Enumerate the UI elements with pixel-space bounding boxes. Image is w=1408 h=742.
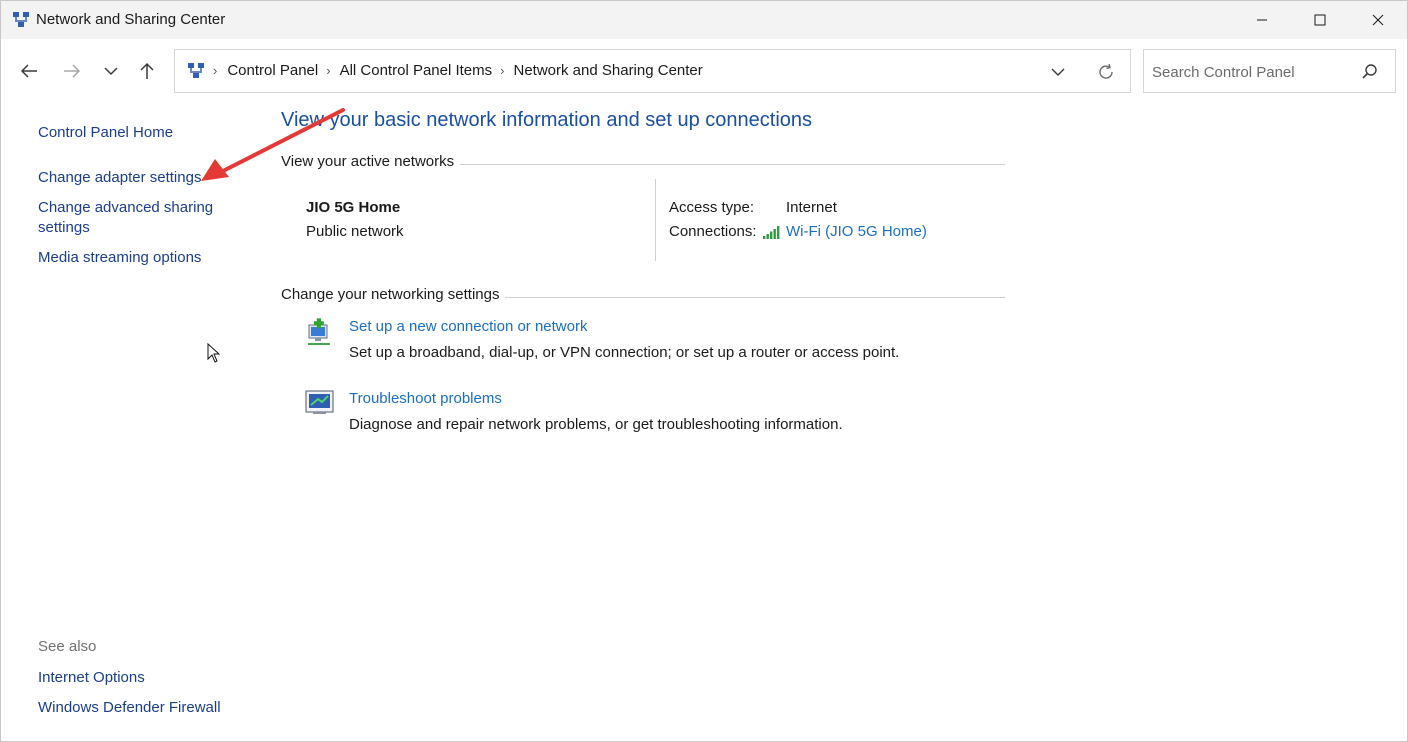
breadcrumb: › Control Panel › All Control Panel Item… (213, 62, 703, 79)
access-type-value: Internet (786, 199, 837, 216)
search-icon[interactable] (1360, 62, 1380, 82)
networking-settings-heading: Change your networking settings (281, 286, 506, 303)
troubleshoot-link[interactable]: Troubleshoot problems (349, 390, 502, 407)
chevron-right-icon: › (213, 63, 218, 78)
sidebar-link-internet-options[interactable]: Internet Options (38, 668, 145, 688)
address-bar[interactable]: › Control Panel › All Control Panel Item… (174, 49, 1131, 93)
recent-locations-button[interactable] (95, 55, 127, 87)
network-name: JIO 5G Home (306, 199, 401, 216)
maximize-button[interactable] (1291, 1, 1349, 39)
setup-connection-description: Set up a broadband, dial-up, or VPN conn… (349, 344, 900, 361)
window-title: Network and Sharing Center (36, 11, 226, 28)
mouse-cursor-icon (207, 343, 221, 363)
wifi-connection-link[interactable]: Wi-Fi (JIO 5G Home) (786, 223, 927, 240)
page-title: View your basic network information and … (281, 109, 813, 131)
refresh-icon (1099, 63, 1113, 79)
sidebar-link-media-streaming[interactable]: Media streaming options (38, 248, 201, 268)
chevron-right-icon: › (500, 63, 505, 78)
title-bar: Network and Sharing Center (1, 1, 1407, 39)
chevron-down-icon (104, 67, 118, 76)
connections-label: Connections: (669, 223, 757, 240)
up-button[interactable] (131, 55, 163, 87)
search-box (1143, 49, 1396, 93)
search-input[interactable] (1152, 60, 1352, 84)
close-icon (1372, 14, 1384, 26)
arrow-left-icon (20, 64, 37, 78)
breadcrumb-network-sharing-center[interactable]: Network and Sharing Center (514, 62, 703, 79)
see-also-heading: See also (38, 638, 97, 655)
sidebar-link-change-adapter-settings[interactable]: Change adapter settings (38, 168, 201, 188)
close-button[interactable] (1349, 1, 1407, 39)
maximize-icon (1314, 14, 1326, 26)
chevron-right-icon: › (326, 63, 331, 78)
back-button[interactable] (13, 55, 45, 87)
network-category: Public network (306, 223, 404, 240)
sidebar-link-windows-defender-firewall[interactable]: Windows Defender Firewall (38, 698, 221, 718)
network-divider (655, 179, 656, 261)
forward-button[interactable] (56, 55, 88, 87)
annotation-arrow-icon (201, 108, 345, 181)
wifi-signal-icon (763, 226, 780, 239)
network-sharing-center-window: Network and Sharing Center › Control Pan… (0, 0, 1408, 742)
access-type-label: Access type: (669, 199, 755, 216)
refresh-button[interactable] (1093, 60, 1119, 84)
chevron-down-icon (1051, 68, 1065, 76)
arrow-up-icon (140, 62, 154, 79)
new-connection-icon (308, 318, 330, 345)
troubleshoot-icon (305, 390, 334, 414)
minimize-button[interactable] (1233, 1, 1291, 39)
minimize-icon (1257, 19, 1267, 21)
network-center-icon (188, 63, 204, 78)
address-history-button[interactable] (1045, 60, 1071, 84)
setup-connection-link[interactable]: Set up a new connection or network (349, 318, 587, 335)
sidebar-link-control-panel-home[interactable]: Control Panel Home (38, 123, 173, 143)
sidebar-link-change-advanced-sharing[interactable]: Change advanced sharing settings (38, 198, 228, 238)
breadcrumb-all-items[interactable]: All Control Panel Items (340, 62, 493, 79)
arrow-right-icon (64, 64, 81, 78)
network-center-icon (13, 12, 29, 27)
troubleshoot-description: Diagnose and repair network problems, or… (349, 416, 843, 433)
breadcrumb-control-panel[interactable]: Control Panel (227, 62, 318, 79)
